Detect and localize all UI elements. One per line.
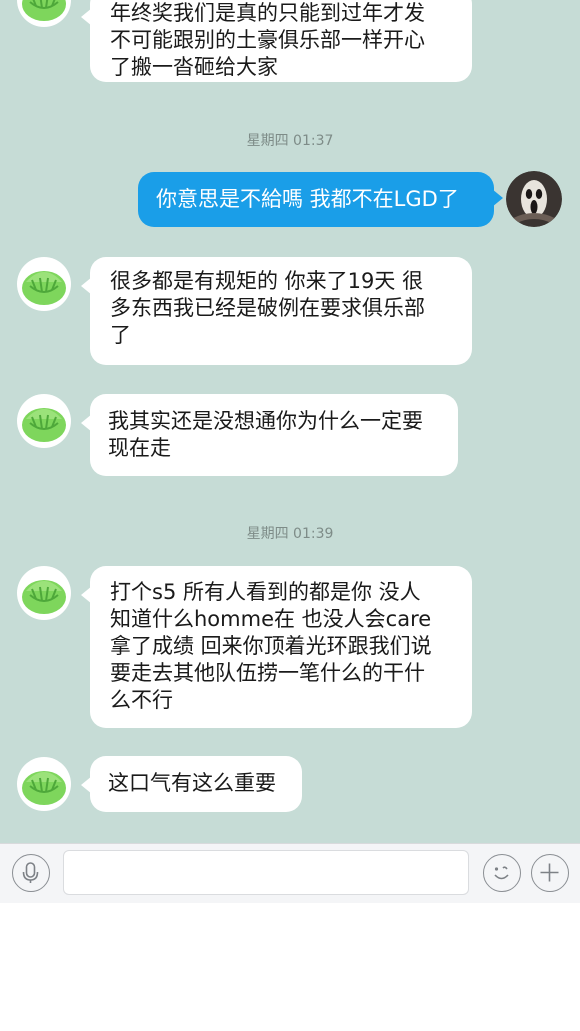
ghost-face-avatar-icon (506, 171, 562, 227)
contact-avatar[interactable] (16, 565, 72, 621)
green-cat-avatar-icon (17, 566, 71, 620)
timestamp: 星期四 01:37 (246, 133, 334, 149)
green-cat-avatar-icon (17, 257, 71, 311)
my-avatar[interactable] (506, 171, 562, 227)
plus-icon (540, 863, 559, 882)
microphone-icon (22, 862, 39, 883)
timestamp: 星期四 01:39 (246, 526, 334, 542)
message-bubble-incoming[interactable]: 很多都是有规矩的 你来了19天 很 多东西我已经是破例在要求俱乐部 了 (81, 257, 472, 365)
message-bubble-incoming[interactable]: 打个s5 所有人看到的都是你 没人 知道什么homme在 也没人会care 拿了… (81, 566, 472, 728)
message-bubble-outgoing[interactable]: 你意思是不給嗎 我都不在LGD了 (138, 172, 503, 227)
green-cat-avatar-icon (17, 0, 71, 27)
message-text-input[interactable] (63, 850, 469, 895)
message-bubble-incoming[interactable]: 年终奖我们是真的只能到过年才发 不可能跟别的土豪俱乐部一样开心 了搬一沓砸给大家 (81, 0, 472, 82)
smiley-icon (494, 866, 509, 880)
contact-avatar[interactable] (16, 0, 72, 28)
chat-area: 年终奖我们是真的只能到过年才发 不可能跟别的土豪俱乐部一样开心 了搬一沓砸给大家… (0, 0, 580, 843)
add-button[interactable] (531, 854, 569, 892)
contact-avatar[interactable] (16, 256, 72, 312)
green-cat-avatar-icon (17, 757, 71, 811)
contact-avatar[interactable] (16, 756, 72, 812)
message-bubble-incoming[interactable]: 这口气有这么重要 (81, 756, 302, 812)
emoji-button[interactable] (483, 854, 521, 892)
message-bubble-incoming[interactable]: 我其实还是没想通你为什么一定要 现在走 (81, 394, 458, 476)
voice-button[interactable] (12, 854, 50, 892)
message-input-bar (0, 843, 580, 903)
green-cat-avatar-icon (17, 394, 71, 448)
contact-avatar[interactable] (16, 393, 72, 449)
